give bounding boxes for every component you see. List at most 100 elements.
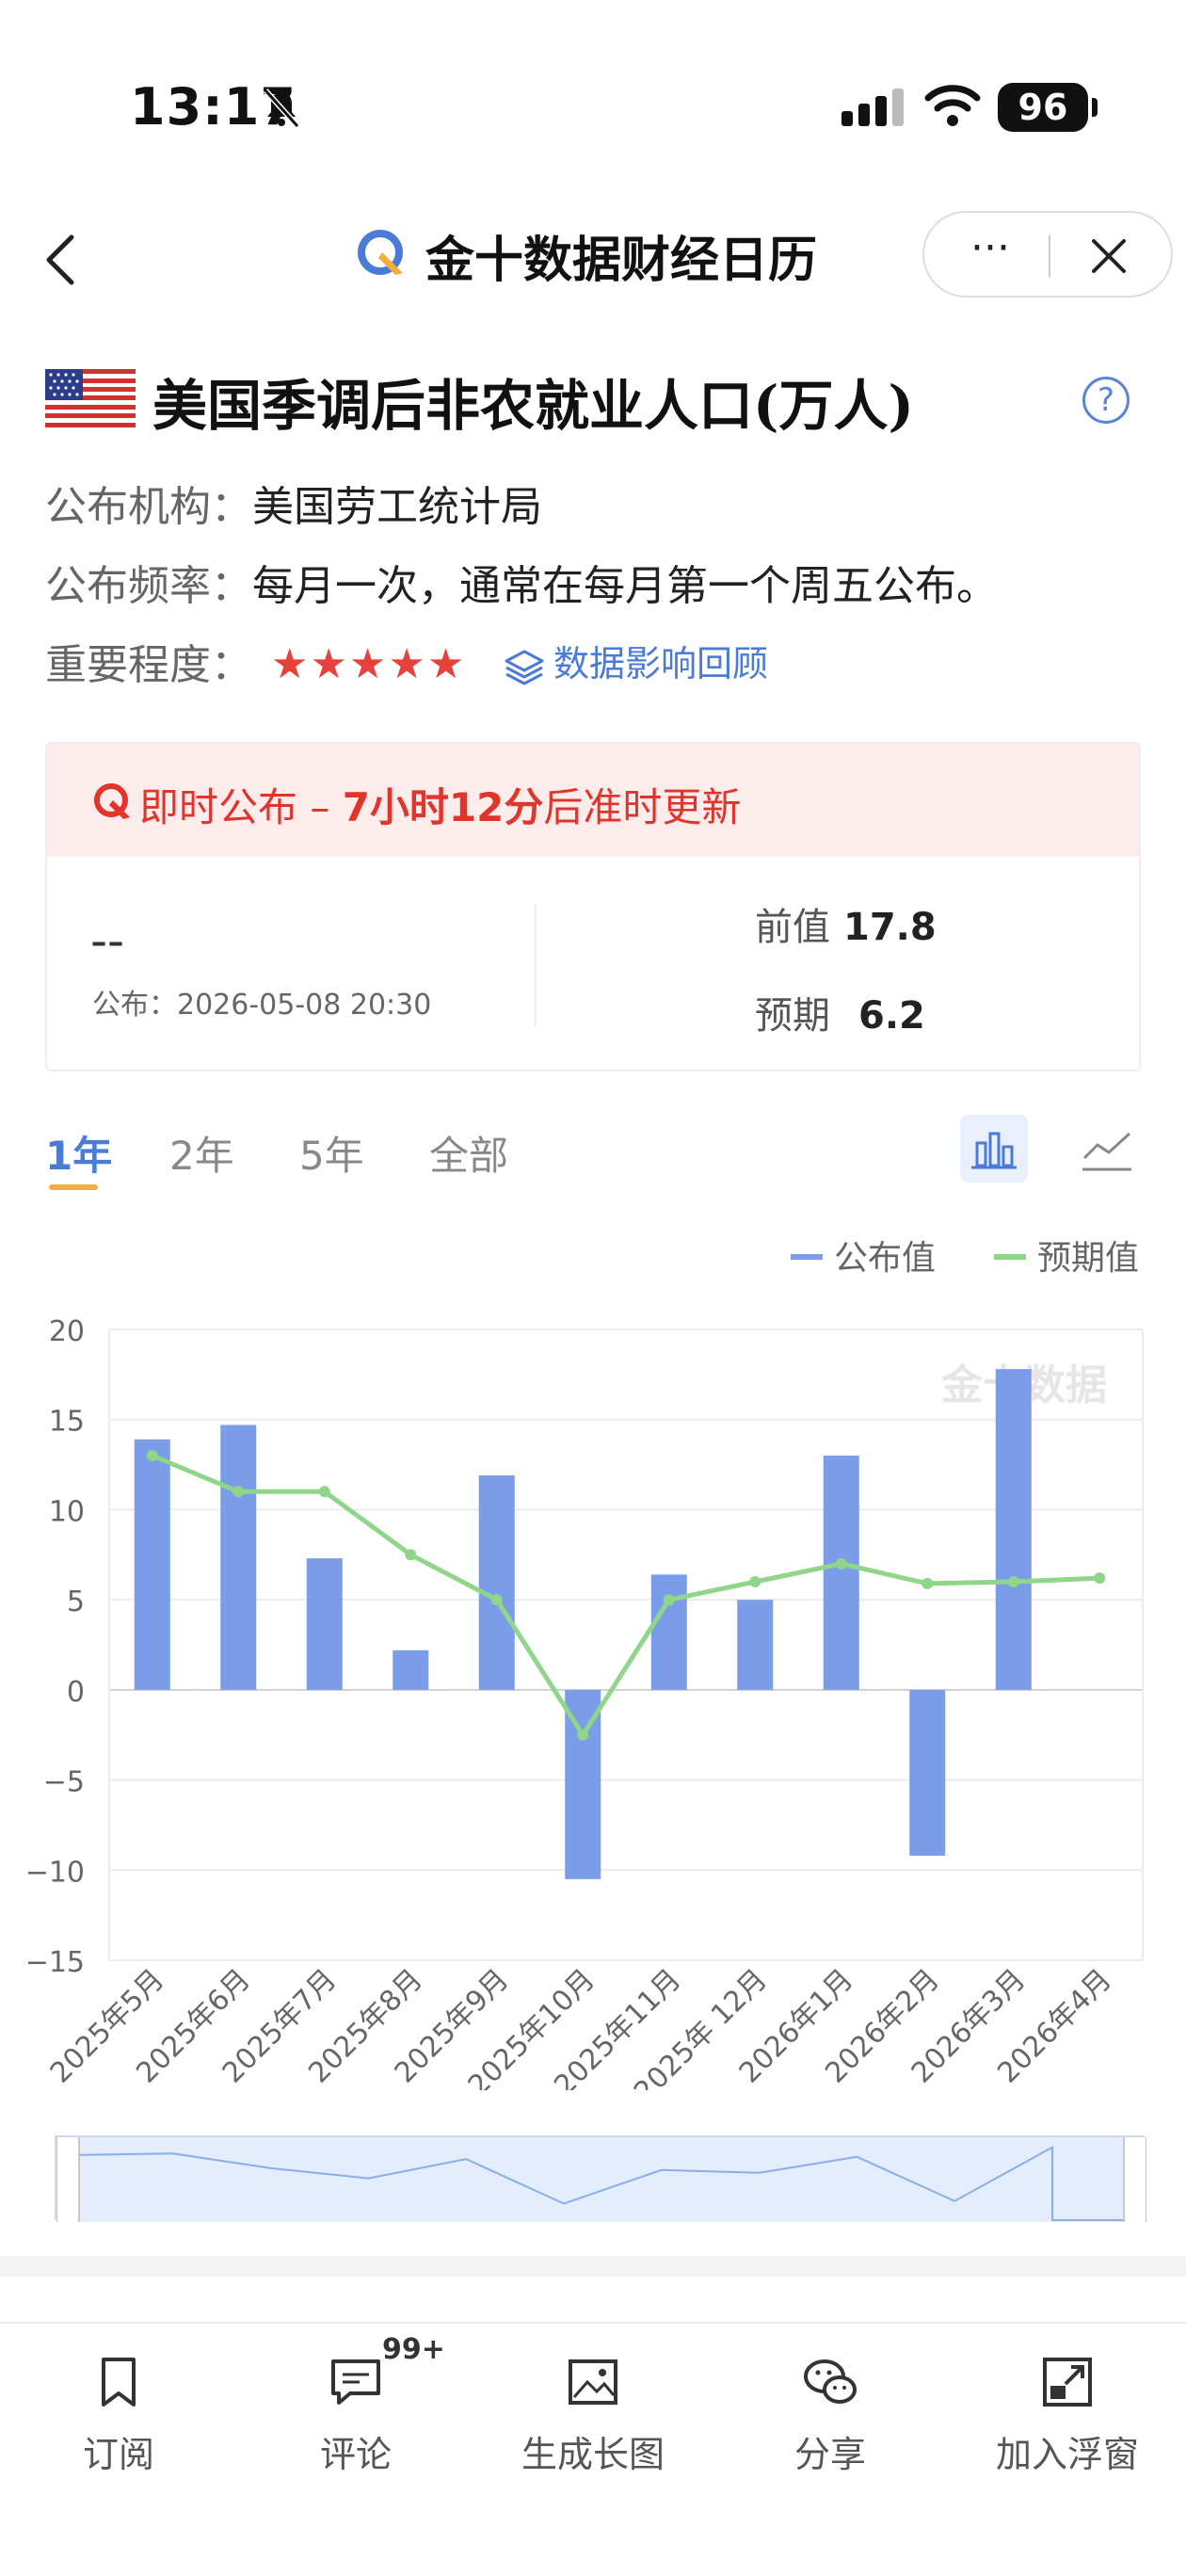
impact-review-link[interactable]: 数据影响回顾	[503, 635, 768, 686]
battery-indicator: 96	[998, 83, 1088, 132]
long-image-button[interactable]: 生成长图	[518, 2352, 668, 2477]
forecast-point	[835, 1557, 847, 1570]
card-divider	[535, 904, 537, 1026]
bar-reported	[306, 1558, 343, 1690]
float-window-label: 加入浮窗	[995, 2434, 1139, 2475]
forecast-point	[577, 1729, 589, 1741]
tab-5-year[interactable]: 5年	[299, 1124, 364, 1182]
subscribe-button[interactable]: 订阅	[43, 2352, 194, 2477]
star-icon: ★	[271, 640, 309, 688]
bar-reported	[478, 1475, 515, 1690]
more-button[interactable]: ···	[962, 228, 1018, 277]
comment-count-badge: 99+	[382, 2333, 445, 2366]
back-arrow-icon[interactable]	[38, 232, 85, 288]
forecast-point	[1094, 1572, 1106, 1585]
tab-2-year[interactable]: 2年	[169, 1124, 234, 1182]
countdown-value: 7小时12分	[342, 784, 544, 830]
y-tick-label: 10	[49, 1495, 85, 1528]
bell-muted-icon	[263, 88, 300, 129]
release-countdown-banner: 即时公布 – 7小时12分后准时更新	[47, 744, 1139, 857]
long-image-label: 生成长图	[521, 2434, 665, 2475]
star-icon: ★	[348, 640, 387, 688]
bar-reported	[909, 1689, 946, 1856]
y-tick-label: 0	[67, 1676, 85, 1709]
section-divider	[0, 2256, 1186, 2277]
range-handle-left[interactable]	[56, 2134, 80, 2225]
bar-reported	[220, 1425, 257, 1690]
star-icon: ★	[426, 640, 465, 688]
forecast-point	[490, 1594, 503, 1606]
tab-all[interactable]: 全部	[429, 1124, 508, 1182]
publisher-row: 公布机构：美国劳工统计局	[45, 473, 542, 533]
bar-reported	[393, 1650, 429, 1690]
close-icon[interactable]	[1086, 233, 1131, 279]
frequency-row: 公布频率：每月一次，通常在每月第一个周五公布。	[45, 552, 998, 612]
frequency-value: 每月一次，通常在每月第一个周五公布。	[252, 562, 998, 610]
bar-reported	[650, 1574, 687, 1690]
forecast-label: 预期	[755, 994, 830, 1038]
y-tick-label: −5	[43, 1766, 85, 1799]
bar-chart-icon	[971, 1132, 1017, 1169]
nonfarm-payroll-chart: 公布值预期值金十数据20151050−5−10−152025年5月2025年6月…	[0, 1224, 1186, 2090]
countdown-prefix: 即时公布 –	[139, 784, 343, 830]
importance-stars: ★★★★★	[271, 640, 466, 688]
y-tick-label: 15	[49, 1406, 85, 1439]
range-preview	[56, 2134, 1147, 2225]
wifi-icon	[924, 85, 981, 126]
y-tick-label: 20	[49, 1315, 85, 1348]
subscribe-label: 订阅	[82, 2434, 154, 2475]
frequency-label: 公布频率：	[45, 562, 252, 610]
tab-1-year[interactable]: 1年	[45, 1124, 112, 1182]
status-bar: 13:17 96	[0, 0, 1186, 188]
range-slider[interactable]	[55, 2134, 1147, 2225]
share-button[interactable]: 分享	[755, 2352, 906, 2477]
forecast-point	[146, 1450, 158, 1461]
float-window-icon	[1043, 2358, 1092, 2407]
importance-row: 重要程度：	[45, 631, 252, 691]
publish-time: 公布：2026-05-08 20:30	[92, 989, 432, 1022]
bottom-toolbar: 订阅 评论 生成长图 分享 加入浮窗	[0, 2322, 1186, 2576]
indicator-title: 美国季调后非农就业人口(万人)	[152, 374, 914, 438]
countdown-suffix: 后准时更新	[543, 784, 742, 830]
importance-label: 重要程度：	[45, 641, 252, 689]
release-card: 即时公布 – 7小时12分后准时更新 -- 公布：2026-05-08 20:3…	[45, 742, 1141, 1071]
previous-value-row: 前值 17.8	[755, 896, 937, 951]
comment-icon	[331, 2359, 380, 2405]
star-icon: ★	[310, 640, 347, 688]
forecast-point	[663, 1594, 675, 1606]
nav-bar: 金十数据财经日历 ···	[0, 198, 1186, 311]
chart-svg: 公布值预期值金十数据20151050−5−10−152025年5月2025年6月…	[25, 1239, 1144, 2090]
bookmark-icon	[102, 2358, 136, 2407]
jin10-alert-icon	[94, 783, 130, 819]
forecast-line	[151, 1453, 1100, 1738]
bar-reported	[134, 1439, 170, 1690]
forecast-point	[922, 1577, 934, 1589]
bar-reported	[737, 1600, 774, 1690]
cellular-signal-icon	[841, 89, 904, 126]
forecast-value: 6.2	[858, 994, 925, 1038]
jin10-logo-icon	[358, 230, 403, 275]
legend-label-forecast: 预期值	[1037, 1239, 1139, 1278]
wechat-icon	[804, 2359, 857, 2404]
forecast-point	[318, 1486, 330, 1498]
bar-reported	[995, 1369, 1032, 1690]
previous-value: 17.8	[843, 906, 937, 949]
forecast-point	[232, 1486, 245, 1498]
help-icon[interactable]: ?	[1082, 377, 1130, 424]
impact-review-label: 数据影响回顾	[553, 643, 769, 684]
y-tick-label: 5	[67, 1586, 85, 1618]
line-chart-toggle-icon[interactable]	[1079, 1120, 1135, 1177]
active-tab-indicator	[49, 1184, 98, 1190]
y-tick-label: −10	[25, 1856, 85, 1889]
us-flag-icon	[45, 369, 136, 427]
previous-label: 前值	[755, 906, 830, 949]
bar-chart-toggle[interactable]	[960, 1115, 1028, 1183]
float-window-button[interactable]: 加入浮窗	[992, 2352, 1143, 2477]
forecast-value-row: 预期 6.2	[755, 985, 925, 1039]
forecast-point	[749, 1576, 761, 1587]
mini-program-capsule: ···	[922, 211, 1173, 298]
battery-tip	[1092, 98, 1098, 117]
publisher-value: 美国劳工统计局	[252, 483, 542, 531]
comment-button[interactable]: 评论	[280, 2352, 431, 2477]
range-handle-right[interactable]	[1123, 2134, 1147, 2225]
